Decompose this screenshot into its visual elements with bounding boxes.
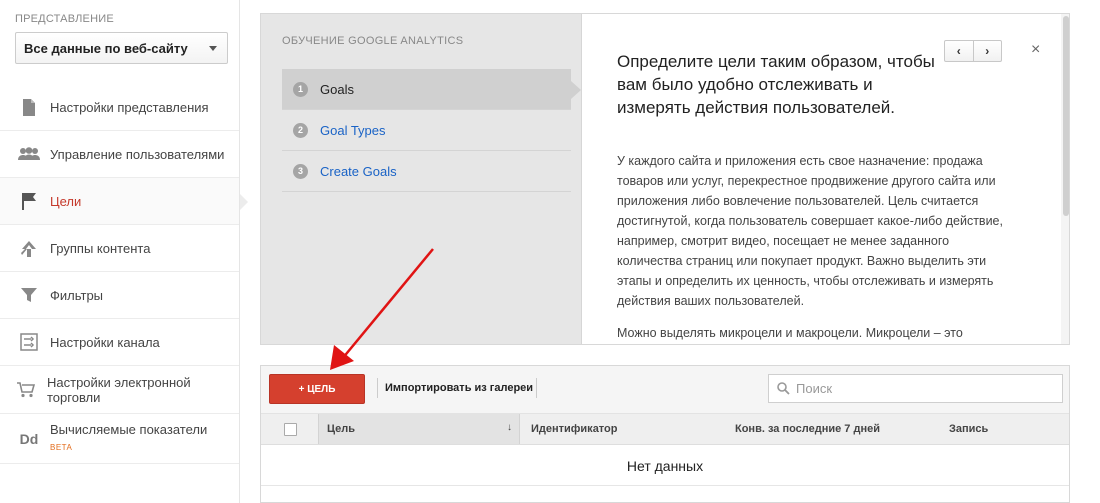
document-icon xyxy=(18,96,40,118)
select-all-checkbox[interactable] xyxy=(284,423,297,436)
tutorial-step-goals[interactable]: 1 Goals xyxy=(282,69,581,110)
view-label: ПРЕДСТАВЛЕНИЕ xyxy=(15,13,114,25)
column-header-conversions[interactable]: Конв. за последние 7 дней xyxy=(735,423,880,435)
step-number: 1 xyxy=(293,81,308,97)
content-group-icon xyxy=(18,237,40,259)
table-header: Цель ↓ Идентификатор Конв. за последние … xyxy=(261,414,1069,445)
filter-icon xyxy=(18,284,40,306)
tutorial-heading: ОБУЧЕНИЕ GOOGLE ANALYTICS xyxy=(282,35,464,47)
users-icon xyxy=(18,143,40,165)
search-input[interactable] xyxy=(796,381,1056,396)
tutorial-steps: 1 Goals 2 Goal Types 3 Create Goals xyxy=(282,69,581,192)
sidebar-item-label: Настройки представления xyxy=(50,99,209,115)
step-label: Create Goals xyxy=(320,163,397,179)
sidebar-item-calculated-metrics-text: Вычисляемые показатели BETA xyxy=(50,422,207,455)
scrollbar-thumb[interactable] xyxy=(1063,16,1069,216)
sidebar-item-label: Настройки электронной торговли xyxy=(47,374,191,405)
prev-button[interactable]: ‹ xyxy=(945,41,974,61)
empty-state: Нет данных xyxy=(261,446,1069,486)
sidebar: ПРЕДСТАВЛЕНИЕ Все данные по веб-сайту На… xyxy=(0,0,248,503)
goals-toolbar: + ЦЕЛЬ Импортировать из галереи xyxy=(261,366,1069,414)
flag-icon xyxy=(18,190,40,212)
sidebar-item-user-management[interactable]: Управление пользователями xyxy=(0,131,239,178)
close-icon[interactable]: × xyxy=(1031,41,1040,59)
view-select[interactable]: Все данные по веб-сайту xyxy=(15,32,228,64)
tutorial-paragraph: Можно выделять микроцели и макроцели. Ми… xyxy=(617,326,963,340)
column-header-recording[interactable]: Запись xyxy=(949,423,988,435)
tutorial-title: Определите цели таким образом, чтобы вам… xyxy=(617,52,935,117)
sidebar-item-content-groups[interactable]: Группы контента xyxy=(0,225,239,272)
tutorial-scrollbar[interactable] xyxy=(1061,14,1069,344)
ecommerce-icon xyxy=(15,379,37,401)
tutorial-step-create-goals[interactable]: 3 Create Goals xyxy=(282,151,571,192)
sidebar-item-label: Фильтры xyxy=(50,287,104,303)
sidebar-item-goals[interactable]: Цели xyxy=(0,178,248,225)
toolbar-divider xyxy=(377,378,378,398)
tutorial-paragraph: У каждого сайта и приложения есть свое н… xyxy=(617,154,1003,308)
sidebar-item-label: Вычисляемые показатели xyxy=(50,422,208,437)
step-number: 3 xyxy=(293,163,308,179)
search-icon xyxy=(777,382,790,395)
view-select-value: Все данные по веб-сайту xyxy=(24,41,188,56)
sort-desc-icon[interactable]: ↓ xyxy=(507,422,512,433)
step-label: Goals xyxy=(320,81,354,97)
sidebar-item-channel-settings[interactable]: Настройки канала xyxy=(0,319,239,366)
step-number: 2 xyxy=(293,122,308,138)
search-box[interactable] xyxy=(768,374,1063,403)
sidebar-item-label: Настройки канала xyxy=(50,334,160,350)
sidebar-item-ecommerce[interactable]: Настройки электронной торговли xyxy=(0,366,239,414)
tutorial-content: Определите цели таким образом, чтобы вам… xyxy=(583,14,1069,344)
sidebar-nav: Настройки представления Управление польз… xyxy=(0,84,248,464)
sidebar-item-filters[interactable]: Фильтры xyxy=(0,272,239,319)
chevron-down-icon xyxy=(209,46,217,51)
goals-table-area: + ЦЕЛЬ Импортировать из галереи Цель ↓ И… xyxy=(260,365,1070,503)
dd-icon: Dd xyxy=(19,430,39,447)
column-header-goal[interactable]: Цель xyxy=(327,423,355,435)
channel-settings-icon xyxy=(18,331,40,353)
step-label: Goal Types xyxy=(320,122,386,138)
tutorial-body: У каждого сайта и приложения есть свое н… xyxy=(617,151,1007,344)
sidebar-item-label: Группы контента xyxy=(50,240,151,256)
tutorial-step-goal-types[interactable]: 2 Goal Types xyxy=(282,110,571,151)
beta-badge: BETA xyxy=(50,443,73,452)
column-header-id[interactable]: Идентификатор xyxy=(531,423,618,435)
sidebar-item-view-settings[interactable]: Настройки представления xyxy=(0,84,239,131)
sidebar-item-label: Цели xyxy=(50,193,82,209)
tutorial-panel: ОБУЧЕНИЕ GOOGLE ANALYTICS 1 Goals 2 Goal… xyxy=(260,13,1070,345)
sidebar-item-calculated-metrics[interactable]: Dd Вычисляемые показатели BETA xyxy=(0,414,239,464)
import-from-gallery-link[interactable]: Импортировать из галереи xyxy=(385,382,533,394)
new-goal-button[interactable]: + ЦЕЛЬ xyxy=(269,374,365,404)
tutorial-steps-panel: ОБУЧЕНИЕ GOOGLE ANALYTICS 1 Goals 2 Goal… xyxy=(261,14,582,344)
tutorial-pager: ‹ › xyxy=(944,40,1002,62)
toolbar-divider xyxy=(536,378,537,398)
next-button[interactable]: › xyxy=(974,41,1002,61)
sidebar-item-label: Управление пользователями xyxy=(50,146,225,162)
